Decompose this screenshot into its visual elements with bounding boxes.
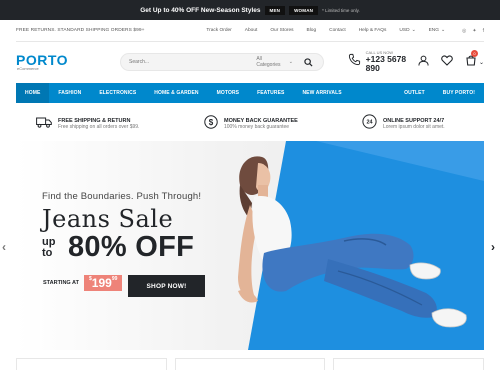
promo-women-button[interactable]: WOMAN [289,5,319,15]
info-title: MONEY BACK GUARANTEE [224,117,298,124]
phone-contact[interactable]: CALL US NOW +123 5678 890 [348,50,418,74]
hero-up-to: up to [42,236,56,259]
info-money-back: $ MONEY BACK GUARANTEE 100% money back g… [204,114,362,134]
phone-number: +123 5678 890 [365,53,407,73]
promo-note: * Limited time only. [322,7,360,13]
user-icon[interactable] [418,53,429,71]
info-strip: FREE SHIPPING & RETURN Free shipping on … [36,113,476,135]
truck-icon [36,115,52,133]
link-about[interactable]: About [245,28,258,33]
slider-prev-icon[interactable]: ‹ [2,240,6,254]
svg-text:24: 24 [366,120,373,126]
heart-icon[interactable] [441,53,453,71]
link-blog[interactable]: Blog [307,28,317,33]
cart-button[interactable]: 0 ⌄ [465,50,484,71]
chevron-down-icon: ⌄ [288,59,293,65]
slider-next-icon[interactable]: › [491,240,495,254]
chevron-down-icon: ⌄ [441,28,446,33]
nav-outlet[interactable]: OUTLET [395,83,434,103]
phone-icon [348,53,361,71]
support-24-icon: 24 [362,114,377,134]
model-photo [238,156,467,328]
instagram-icon[interactable]: ◎ [462,28,466,34]
main-header: PORTO eCommerce All Categories⌄ CALL US … [16,44,484,80]
language-select[interactable]: ENG ⌄ [429,28,445,33]
social-links: ◎ ✦ f [462,28,484,34]
main-nav: HOME FASHION ELECTRONICS HOME & GARDEN M… [16,83,484,103]
nav-new-arrivals[interactable]: NEW ARRIVALS [293,83,350,103]
promo-men-button[interactable]: MEN [264,5,286,15]
nav-fashion[interactable]: FASHION [49,83,90,103]
info-title: ONLINE SUPPORT 24/7 [383,117,445,124]
chevron-down-icon: ⌄ [411,28,416,33]
link-our-stores[interactable]: Our Stores [270,28,293,33]
nav-features[interactable]: FEATURES [248,83,293,103]
info-title: FREE SHIPPING & RETURN [58,117,131,124]
nav-home-garden[interactable]: HOME & GARDEN [145,83,207,103]
promo-text: Get Up to 40% OFF New-Season Styles [140,6,261,14]
price-badge: $199 99 [84,275,123,291]
info-shipping: FREE SHIPPING & RETURN Free shipping on … [36,115,204,133]
utility-header: FREE RETURNS. STANDARD SHIPPING ORDERS $… [16,20,484,42]
category-cards [16,358,485,370]
hero-tagline: Find the Boundaries. Push Through! [42,191,202,202]
nav-home[interactable]: HOME [16,83,50,103]
link-track-order[interactable]: Track Order [206,28,231,33]
twitter-icon[interactable]: ✦ [472,28,476,34]
search-icon[interactable] [303,56,315,68]
hero-title: Jeans Sale [42,205,174,233]
currency-select[interactable]: USD ⌄ [399,28,415,33]
svg-text:$: $ [209,118,214,127]
nav-buy-porto[interactable]: BUY PORTO! [434,83,484,103]
utility-links: Track Order About Our Stores Blog Contac… [206,28,484,34]
info-subtitle: Free shipping on all orders over $99. [58,124,140,131]
search-input[interactable] [129,59,257,65]
shipping-notice: FREE RETURNS. STANDARD SHIPPING ORDERS $… [16,28,145,33]
link-help-faqs[interactable]: Help & FAQs [359,28,387,33]
logo[interactable]: PORTO eCommerce [16,53,68,71]
header-actions: 0 ⌄ [418,50,484,71]
hero-slider: Find the Boundaries. Push Through! Jeans… [16,141,484,350]
category-card[interactable] [174,358,326,370]
info-support: 24 ONLINE SUPPORT 24/7 Lorem ipsum dolor… [362,114,445,134]
shop-now-button[interactable]: SHOP NOW! [128,275,205,297]
chevron-down-icon: ⌄ [478,59,484,66]
starting-at-label: STARTING AT [43,280,79,286]
nav-motors[interactable]: MOTORS [208,83,248,103]
hero-discount: 80% OFF [68,231,195,263]
search-bar: All Categories⌄ [120,53,324,71]
promo-bar: Get Up to 40% OFF New-Season Styles MEN … [0,0,500,20]
link-contact[interactable]: Contact [329,28,346,33]
facebook-icon[interactable]: f [483,28,484,34]
info-subtitle: Lorem ipsum dolor sit amet. [383,124,445,131]
category-card[interactable] [16,358,167,370]
nav-electronics[interactable]: ELECTRONICS [90,83,145,103]
info-subtitle: 100% money back guarantee [224,124,290,131]
search-category-select[interactable]: All Categories ⌄ [256,56,293,68]
cart-count-badge: 0 [470,50,478,57]
category-card[interactable] [333,358,485,370]
dollar-icon: $ [204,114,218,134]
